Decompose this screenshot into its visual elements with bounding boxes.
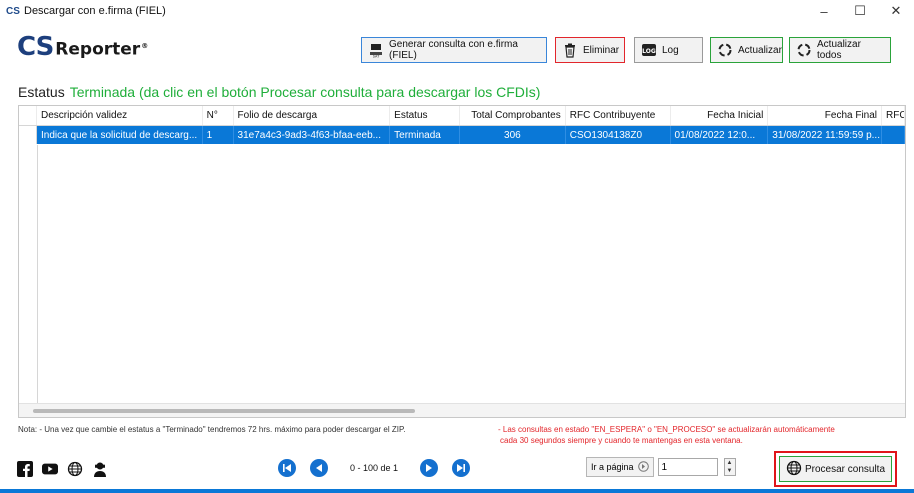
page-info: 0 - 100 de 1 [349,463,399,473]
status-row: Estatus Terminada (da clic en el botón P… [18,84,540,100]
procesar-consulta-label: Procesar consulta [804,463,886,475]
grid-header: Descripción validez N° Folio de descarga… [19,106,905,126]
grid-divider [37,145,38,405]
column-header[interactable]: Folio de descarga [234,106,391,125]
note-zip: Nota: - Una vez que cambie el estatus a … [18,425,406,434]
goto-page-label: Ir a página [591,462,634,472]
spin-up-icon[interactable]: ▲ [727,460,733,466]
actualizar-button[interactable]: Actualizar [710,37,783,63]
process-highlight: Procesar consulta [774,451,897,487]
eliminar-button[interactable]: Eliminar [555,37,625,63]
cell-estatus: Terminada [390,126,460,144]
column-header[interactable]: Fecha Final [768,106,883,125]
last-page-button[interactable] [452,459,470,477]
bottom-accent-bar [0,489,914,493]
previous-page-icon [316,464,322,472]
first-page-button[interactable] [278,459,296,477]
brand-name-text: Reporter [55,40,141,60]
refresh-icon [717,42,733,58]
sat-icon: SAT [368,42,384,58]
generar-consulta-button[interactable]: SAT Generar consulta con e.firma (FIEL) [361,37,547,63]
status-value: Terminada (da clic en el botón Procesar … [69,84,541,100]
note-autoupdate-line2: cada 30 segundos siempre y cuando te man… [500,436,743,445]
grid-body-empty [19,145,905,405]
spin-down-icon[interactable]: ▼ [727,468,733,474]
column-header[interactable]: Fecha Inicial [671,106,769,125]
window-controls: – ☐ ✕ [806,0,914,22]
generar-consulta-label: Generar consulta con e.firma (FIEL) [389,39,518,61]
next-page-button[interactable] [420,459,438,477]
brand-registered: ® [141,42,149,51]
log-button[interactable]: LOG Log [634,37,703,63]
column-header[interactable]: Estatus [390,106,460,125]
column-header[interactable]: RFC [882,106,905,125]
actualizar-todos-button[interactable]: Actualizar todos [789,37,891,63]
maximize-button[interactable]: ☐ [842,0,878,22]
actualizar-todos-label: Actualizar todos [817,39,861,61]
youtube-icon[interactable] [42,461,58,477]
social-links [17,461,108,477]
log-label: Log [662,44,679,56]
eliminar-label: Eliminar [583,44,620,56]
cell-descripcion: Indica que la solicitud de descarg... [37,126,203,144]
facebook-icon[interactable] [17,461,33,477]
column-header[interactable]: RFC Contribuyente [566,106,671,125]
note-autoupdate-line1: - Las consultas en estado "EN_ESPERA" o … [498,425,835,434]
pager: 0 - 100 de 1 [278,459,470,477]
page-number-input[interactable]: 1 [657,458,718,476]
table-row[interactable]: Indica que la solicitud de descarg... 1 … [19,126,905,144]
goto-page: Ir a página 1 ▲ ▼ [586,457,736,477]
goto-arrow-icon [637,460,649,474]
row-indicator-header [19,106,37,125]
app-logo-icon: CS [6,5,20,17]
row-indicator [19,126,37,144]
column-header[interactable]: N° [203,106,234,125]
window-title: Descargar con e.firma (FIEL) [24,5,166,17]
procesar-consulta-button[interactable]: Procesar consulta [779,456,892,482]
cell-rfc-extra [882,126,905,144]
previous-page-button[interactable] [310,459,328,477]
consultas-grid[interactable]: Descripción validez N° Folio de descarga… [18,105,906,418]
globe-icon[interactable] [67,461,83,477]
cell-rfc: CSO1304138Z0 [566,126,671,144]
brand-logo: CS Reporter® [17,34,148,60]
status-label: Estatus [18,84,65,100]
goto-page-button[interactable]: Ir a página [586,457,654,477]
trash-icon [562,42,578,58]
actualizar-label: Actualizar [738,44,782,56]
brand-cs: CS [17,32,54,62]
log-icon: LOG [641,42,657,58]
column-header[interactable]: Descripción validez [37,106,203,125]
cell-numero: 1 [203,126,234,144]
first-page-icon [283,464,291,472]
note-autoupdate: - Las consultas en estado "EN_ESPERA" o … [498,424,890,446]
page-spinner[interactable]: ▲ ▼ [723,458,736,476]
process-globe-icon [786,460,802,479]
svg-text:SAT: SAT [373,55,380,59]
close-button[interactable]: ✕ [878,0,914,22]
column-header[interactable]: Total Comprobantes [460,106,566,125]
scrollbar-thumb[interactable] [33,409,415,413]
cell-folio: 31e7a4c3-9ad3-4f63-bfaa-eeb... [234,126,391,144]
title-bar: CS Descargar con e.firma (FIEL) – ☐ ✕ [0,0,914,22]
minimize-button[interactable]: – [806,0,842,22]
support-agent-icon[interactable] [92,461,108,477]
last-page-icon [457,464,465,472]
next-page-icon [426,464,432,472]
horizontal-scrollbar[interactable] [19,403,905,417]
cell-fecha-final: 31/08/2022 11:59:59 p... [768,126,883,144]
cell-total: 306 [460,126,566,144]
cell-fecha-inicial: 01/08/2022 12:0... [671,126,769,144]
svg-text:LOG: LOG [642,48,656,55]
brand-name: Reporter® [55,36,148,60]
refresh-all-icon [796,42,812,58]
